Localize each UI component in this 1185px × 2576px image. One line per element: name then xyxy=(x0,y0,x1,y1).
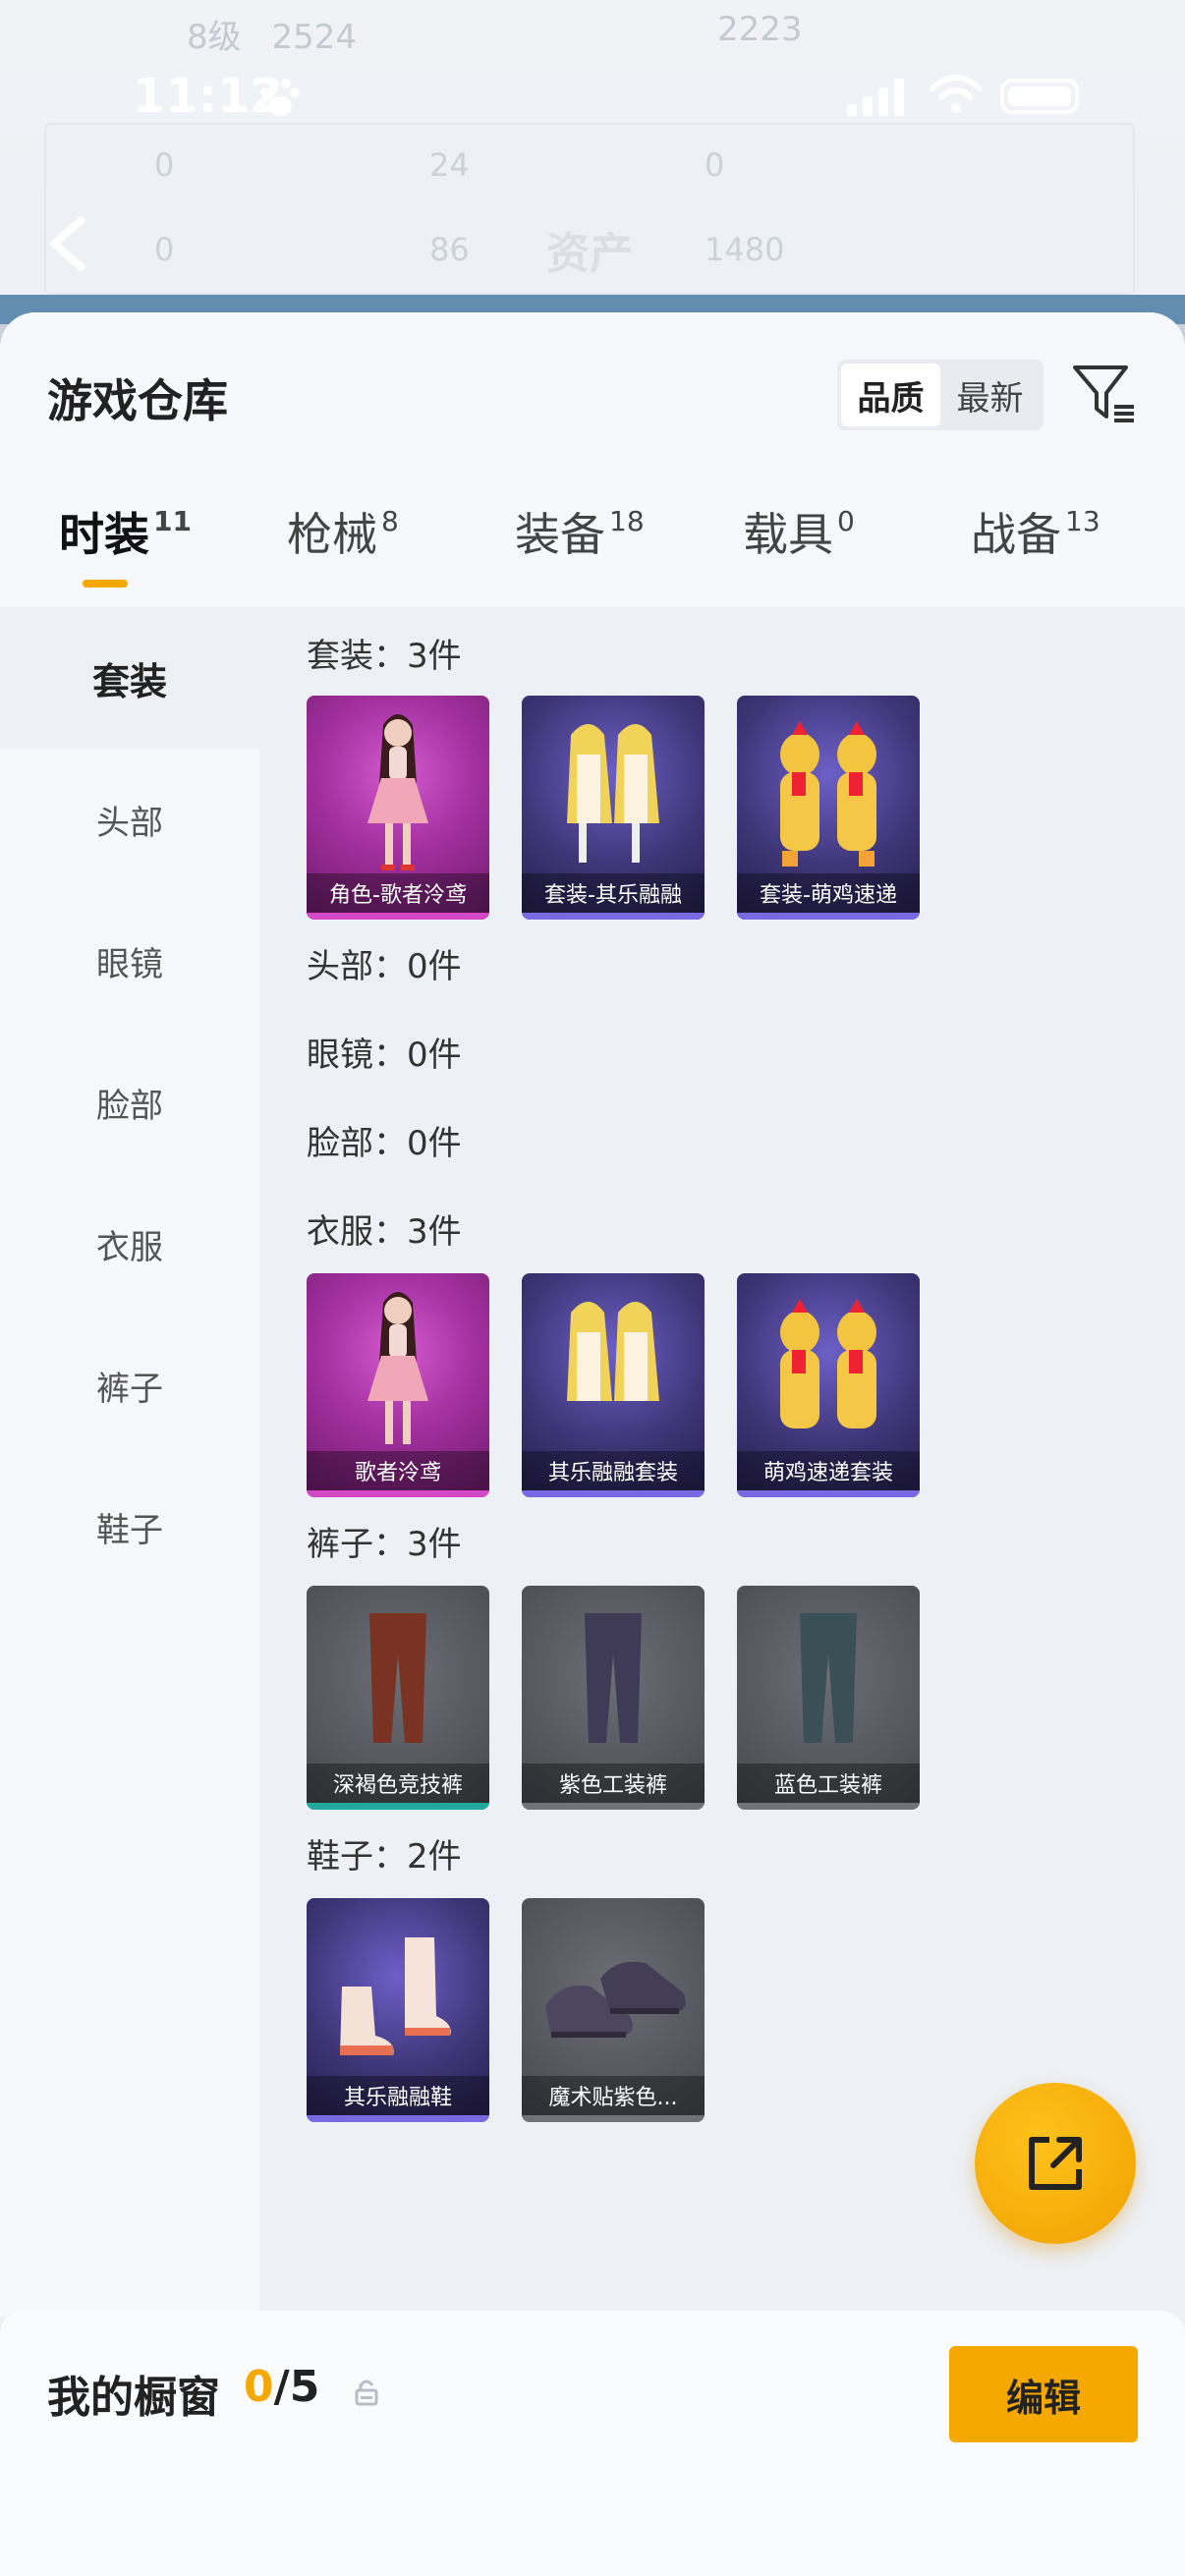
item-card[interactable]: 萌鸡速递套装 xyxy=(737,1273,920,1497)
tab-count: 18 xyxy=(609,505,645,537)
filter-icon[interactable] xyxy=(1071,362,1136,426)
item-card[interactable]: 深褐色竞技裤 xyxy=(307,1586,489,1810)
showcase-total: /5 xyxy=(273,2362,320,2412)
category-tabs: 时装 11 枪械 8 装备 18 载具 0 战备 13 xyxy=(0,499,1185,607)
item-name: 深褐色竞技裤 xyxy=(307,1764,489,1803)
rarity-bar xyxy=(307,913,489,920)
rarity-bar xyxy=(307,2115,489,2122)
rarity-bar xyxy=(307,1490,489,1497)
section-title-suit: 套装：3件 xyxy=(307,637,462,676)
showcase-bar: 我的橱窗 0/5 编辑 xyxy=(0,2311,1185,2576)
rarity-bar xyxy=(522,1490,705,1497)
tab-label: 战备 xyxy=(971,508,1061,561)
lock-icon xyxy=(355,2380,378,2406)
item-name: 其乐融融鞋 xyxy=(307,2076,489,2115)
item-card[interactable]: 魔术贴紫色... xyxy=(522,1898,705,2122)
sort-option-latest[interactable]: 最新 xyxy=(940,364,1040,426)
section-title-glasses: 眼镜：0件 xyxy=(307,1036,462,1075)
showcase-label: 我的橱窗 xyxy=(47,2373,220,2423)
rarity-bar xyxy=(737,1490,920,1497)
item-name: 紫色工装裤 xyxy=(522,1764,705,1803)
tab-equipment[interactable]: 装备 18 xyxy=(515,499,645,564)
item-name: 歌者泠鸢 xyxy=(307,1451,489,1490)
tab-count: 0 xyxy=(837,505,855,537)
item-name: 蓝色工装裤 xyxy=(737,1764,920,1803)
item-card[interactable]: 其乐融融套装 xyxy=(522,1273,705,1497)
item-name: 套装-其乐融融 xyxy=(522,873,705,913)
rarity-bar xyxy=(307,1803,489,1810)
tab-battle-prep[interactable]: 战备 13 xyxy=(971,499,1100,564)
tab-count: 8 xyxy=(381,505,399,537)
item-name: 魔术贴紫色... xyxy=(522,2076,705,2115)
sidebar-item-glasses[interactable]: 眼镜 xyxy=(0,890,259,1032)
tab-fashion[interactable]: 时装 11 xyxy=(59,499,192,564)
sort-option-quality[interactable]: 品质 xyxy=(841,364,940,426)
tab-label: 枪械 xyxy=(287,508,377,561)
dim-overlay[interactable] xyxy=(0,0,1185,324)
tab-count: 11 xyxy=(153,505,192,537)
item-card[interactable]: 套装-萌鸡速递 xyxy=(737,696,920,920)
sub-category-sidebar: 套装 头部 眼镜 脸部 衣服 裤子 鞋子 xyxy=(0,607,259,2317)
share-fab-button[interactable] xyxy=(975,2083,1136,2244)
rarity-bar xyxy=(522,1803,705,1810)
tab-vehicles[interactable]: 载具 0 xyxy=(743,499,855,564)
section-title-pants: 裤子：3件 xyxy=(307,1525,462,1564)
rarity-bar xyxy=(522,2115,705,2122)
paw-icon xyxy=(260,79,300,116)
sidebar-item-pants[interactable]: 裤子 xyxy=(0,1315,259,1456)
sheet-header: 游戏仓库 品质 最新 时装 11 枪械 8 装备 18 载具 0 战备 13 xyxy=(0,312,1185,607)
item-card[interactable]: 蓝色工装裤 xyxy=(737,1586,920,1810)
item-card[interactable]: 其乐融融鞋 xyxy=(307,1898,489,2122)
sidebar-item-shoes[interactable]: 鞋子 xyxy=(0,1456,259,1597)
section-title-clothes: 衣服：3件 xyxy=(307,1212,462,1252)
sort-toggle: 品质 最新 xyxy=(837,360,1044,430)
tab-guns[interactable]: 枪械 8 xyxy=(287,499,399,564)
showcase-current: 0 xyxy=(244,2362,274,2412)
section-title-shoes: 鞋子：2件 xyxy=(307,1837,462,1876)
sidebar-item-head[interactable]: 头部 xyxy=(0,749,259,890)
tab-label: 载具 xyxy=(743,508,833,561)
rarity-bar xyxy=(522,913,705,920)
edit-button[interactable]: 编辑 xyxy=(949,2346,1138,2442)
sheet-title: 游戏仓库 xyxy=(47,374,228,427)
item-name: 萌鸡速递套装 xyxy=(737,1451,920,1490)
rarity-bar xyxy=(737,913,920,920)
item-card[interactable]: 角色-歌者泠鸢 xyxy=(307,696,489,920)
showcase-count: 0/5 xyxy=(244,2362,319,2412)
tab-label: 时装 xyxy=(59,508,149,561)
sidebar-item-clothes[interactable]: 衣服 xyxy=(0,1173,259,1315)
item-name: 其乐融融套装 xyxy=(522,1451,705,1490)
rarity-bar xyxy=(737,1803,920,1810)
wifi-icon xyxy=(930,75,983,113)
item-card[interactable]: 紫色工装裤 xyxy=(522,1586,705,1810)
section-title-head: 头部：0件 xyxy=(307,947,462,986)
tab-label: 装备 xyxy=(515,508,605,561)
battery-icon xyxy=(1000,79,1079,114)
section-title-face: 脸部：0件 xyxy=(307,1124,462,1163)
sidebar-item-suit[interactable]: 套装 xyxy=(0,607,259,749)
tab-count: 13 xyxy=(1065,505,1100,537)
active-tab-indicator xyxy=(83,580,128,588)
sidebar-item-face[interactable]: 脸部 xyxy=(0,1032,259,1173)
warehouse-sheet: 游戏仓库 品质 最新 时装 11 枪械 8 装备 18 载具 0 战备 13 套装 头部 … xyxy=(0,312,1185,2576)
item-name: 套装-萌鸡速递 xyxy=(737,873,920,913)
item-name: 角色-歌者泠鸢 xyxy=(307,873,489,913)
cellular-signal-icon xyxy=(847,79,904,116)
share-icon xyxy=(1029,2137,1082,2190)
item-card[interactable]: 歌者泠鸢 xyxy=(307,1273,489,1497)
item-card[interactable]: 套装-其乐融融 xyxy=(522,696,705,920)
